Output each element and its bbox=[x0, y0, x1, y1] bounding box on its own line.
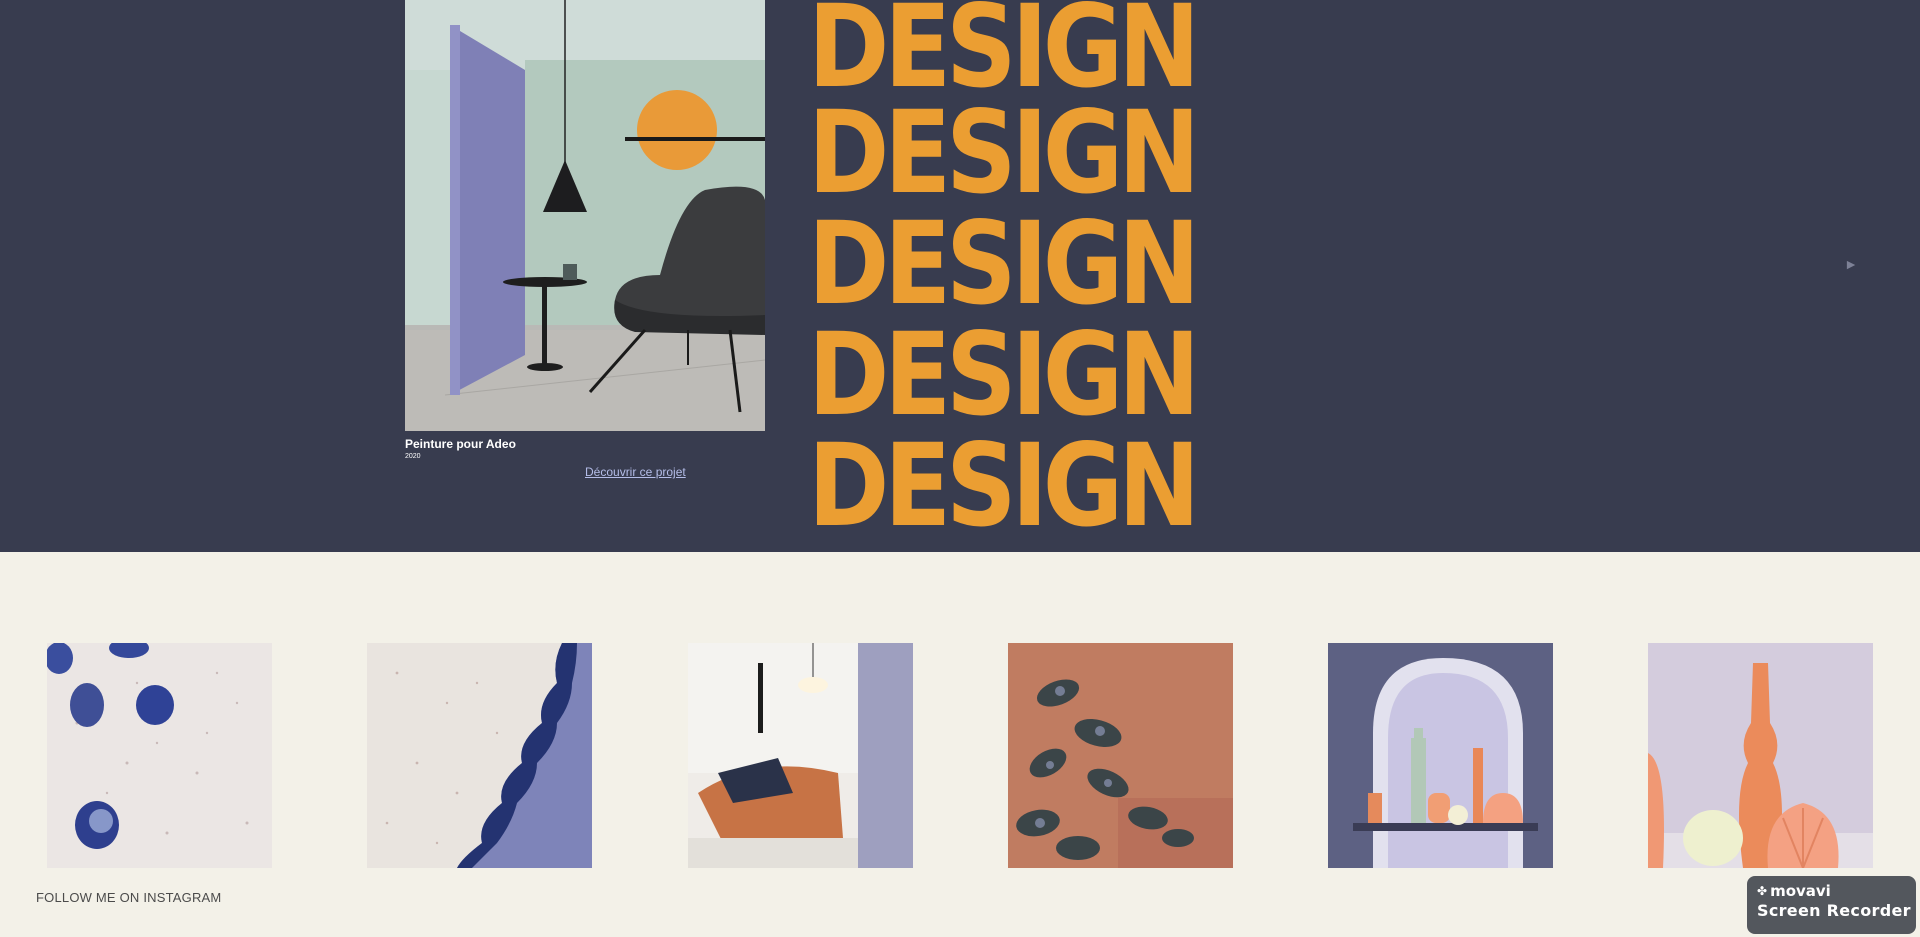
instagram-thumbnail-3[interactable] bbox=[688, 643, 913, 868]
design-word: DESIGN bbox=[808, 419, 1200, 552]
follow-instagram-link[interactable]: FOLLOW ME ON INSTAGRAM bbox=[36, 890, 221, 905]
instagram-thumbnail-6[interactable] bbox=[1648, 643, 1873, 868]
instagram-thumbnail-2[interactable] bbox=[367, 643, 592, 868]
instagram-thumbnail-5[interactable] bbox=[1328, 643, 1553, 868]
project-year: 2020 bbox=[405, 453, 421, 460]
hero-banner: Peinture pour Adeo 2020 Découvrir ce pro… bbox=[0, 0, 1920, 552]
project-image[interactable] bbox=[405, 0, 765, 431]
next-slide-arrow-icon[interactable]: ► bbox=[1842, 255, 1860, 273]
recorder-brand-row: ✤ movavi bbox=[1757, 882, 1916, 900]
design-word: DESIGN bbox=[808, 308, 1200, 441]
movavi-logo-icon: ✤ bbox=[1757, 884, 1768, 898]
recorder-product-name: Screen Recorder bbox=[1757, 901, 1911, 920]
design-word: DESIGN bbox=[808, 197, 1200, 330]
instagram-thumbnail-4[interactable] bbox=[1008, 643, 1233, 868]
instagram-thumbnail-1[interactable] bbox=[47, 643, 272, 868]
screen-recorder-watermark: ✤ movavi Screen Recorder bbox=[1747, 876, 1916, 934]
recorder-brand-name: movavi bbox=[1770, 882, 1831, 900]
instagram-feed bbox=[0, 552, 1920, 937]
design-word: DESIGN bbox=[808, 86, 1200, 219]
discover-project-link[interactable]: Découvrir ce projet bbox=[585, 465, 686, 479]
design-typography: DESIGN DESIGN DESIGN DESIGN DESIGN bbox=[808, 0, 1238, 552]
project-title: Peinture pour Adeo bbox=[405, 437, 516, 451]
